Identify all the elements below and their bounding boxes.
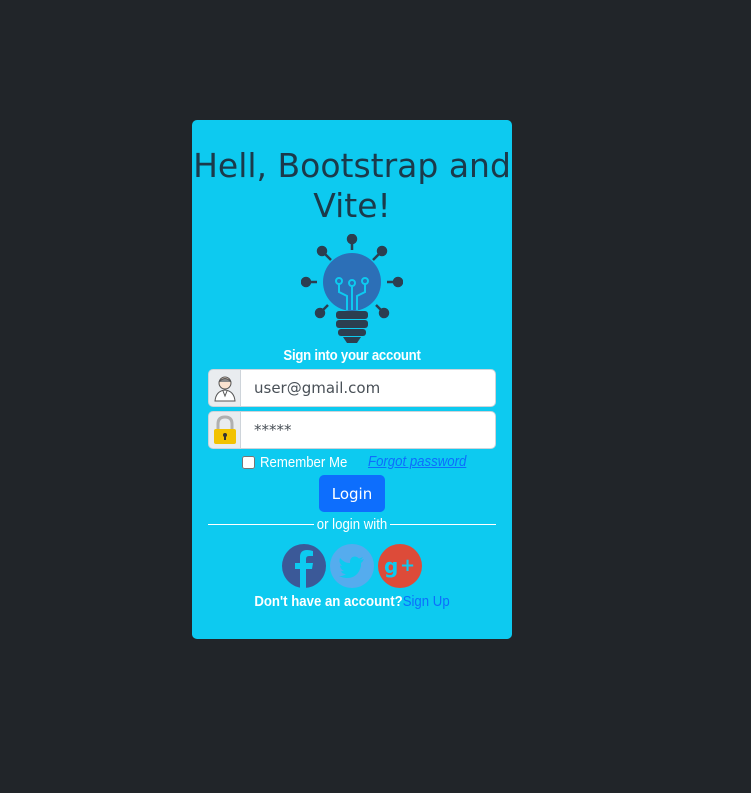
or-login-divider: or login with [208,516,496,534]
padlock-icon [208,411,241,449]
lightbulb-circuit-icon [301,234,403,343]
email-field[interactable] [241,369,496,407]
svg-text:+: + [400,555,415,576]
sign-in-subtitle: Sign into your account [283,347,421,364]
remember-row: Remember Me Forgot password [242,452,482,472]
login-card: Hell, Bootstrap and Vite! Sign into your… [192,120,512,639]
twitter-icon[interactable] [330,544,374,588]
google-plus-icon[interactable]: g + [378,544,422,588]
email-input-group [208,369,496,407]
forgot-password-link[interactable]: Forgot password [368,453,466,470]
divider-line-right [390,524,496,525]
user-avatar-icon [208,369,241,407]
login-button[interactable]: Login [319,475,385,512]
svg-text:g: g [384,554,398,578]
facebook-icon[interactable] [282,544,326,588]
remember-me-label: Remember Me [260,453,348,471]
signup-row: Don't have an account?Sign Up [211,593,493,610]
remember-me-checkbox[interactable] [242,455,255,469]
signup-question: Don't have an account? [254,593,403,610]
password-input-group [208,411,496,449]
password-field[interactable] [241,411,496,449]
sign-up-link[interactable]: Sign Up [403,593,450,610]
page-title: Hell, Bootstrap and Vite! [193,146,511,225]
